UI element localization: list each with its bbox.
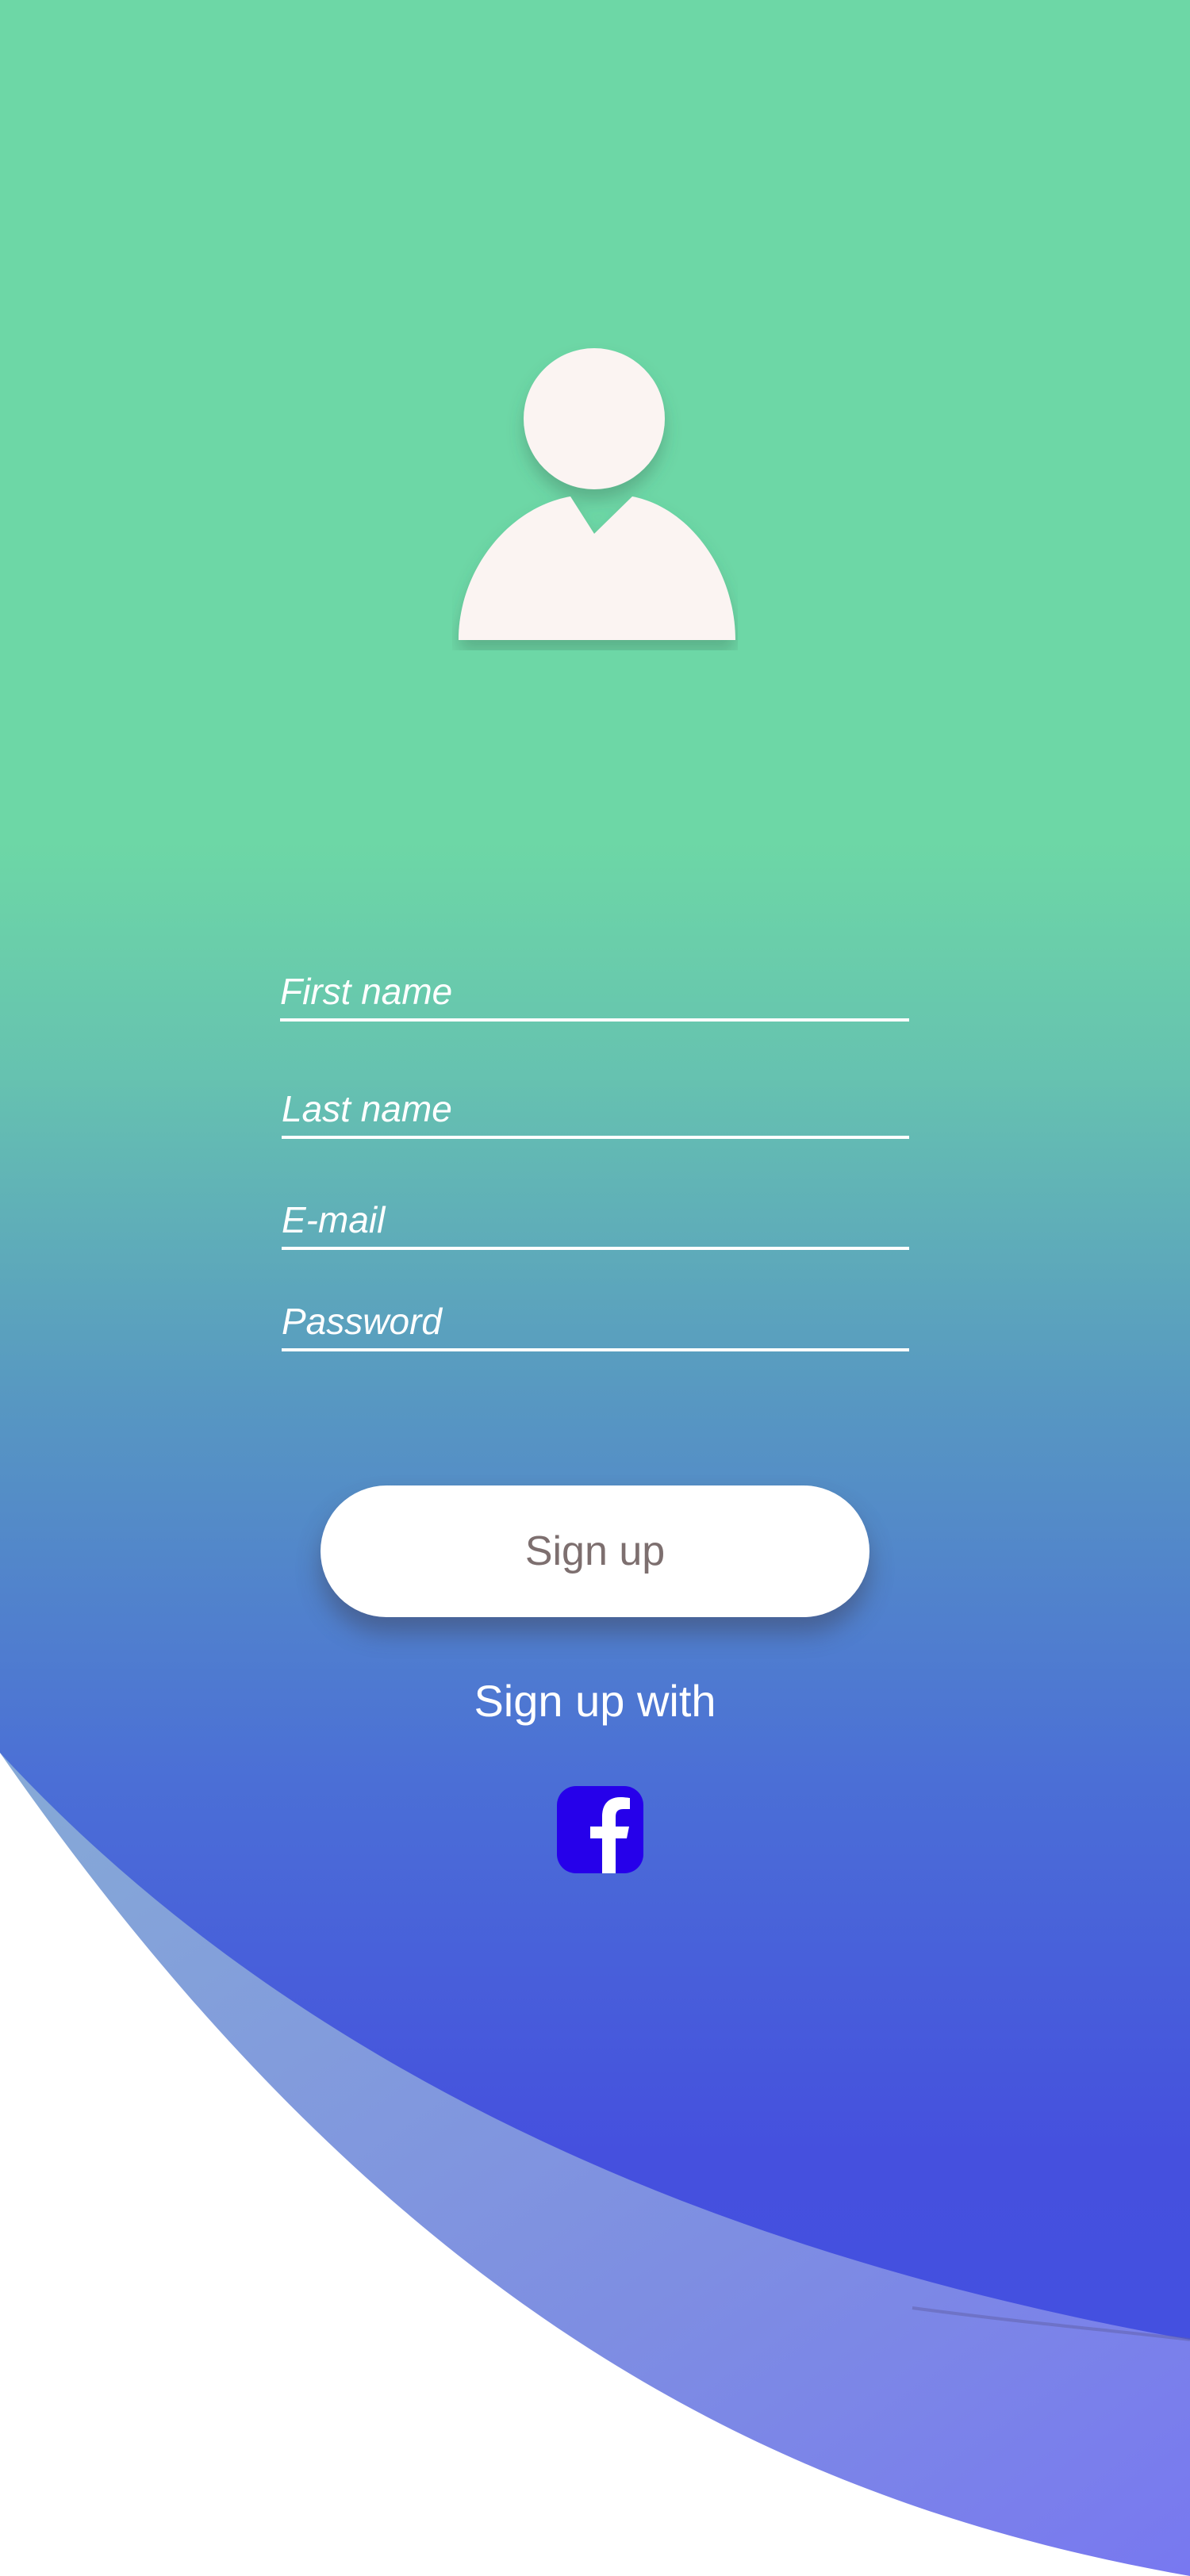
user-avatar-icon [459,348,735,640]
last-name-input[interactable] [282,1085,909,1136]
first-name-field[interactable] [280,968,909,1022]
facebook-button[interactable] [557,1786,643,1873]
email-field[interactable] [282,1196,909,1250]
email-input[interactable] [282,1196,909,1247]
facebook-icon [590,1797,630,1873]
password-input[interactable] [282,1298,909,1348]
last-name-field[interactable] [282,1085,909,1139]
signup-button[interactable]: Sign up [321,1485,869,1617]
first-name-input[interactable] [280,968,909,1018]
password-field[interactable] [282,1298,909,1351]
signup-with-label: Sign up with [474,1676,716,1726]
